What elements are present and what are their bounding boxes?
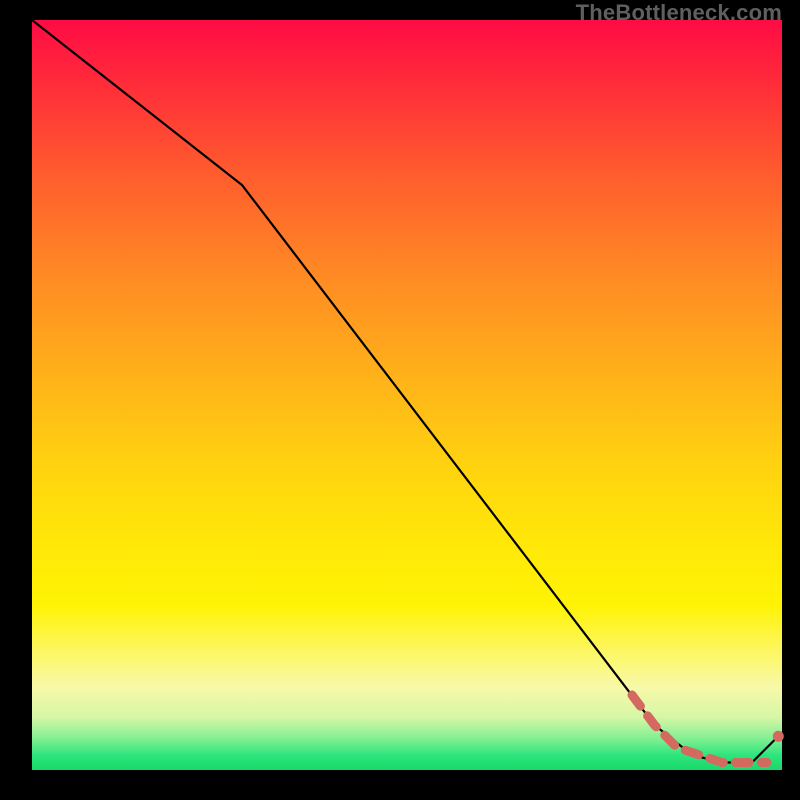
chart-overlay bbox=[32, 20, 782, 770]
line-highlight bbox=[632, 695, 767, 763]
chart-frame: TheBottleneck.com bbox=[0, 0, 800, 800]
end-point bbox=[773, 731, 784, 742]
line-main bbox=[32, 20, 782, 763]
